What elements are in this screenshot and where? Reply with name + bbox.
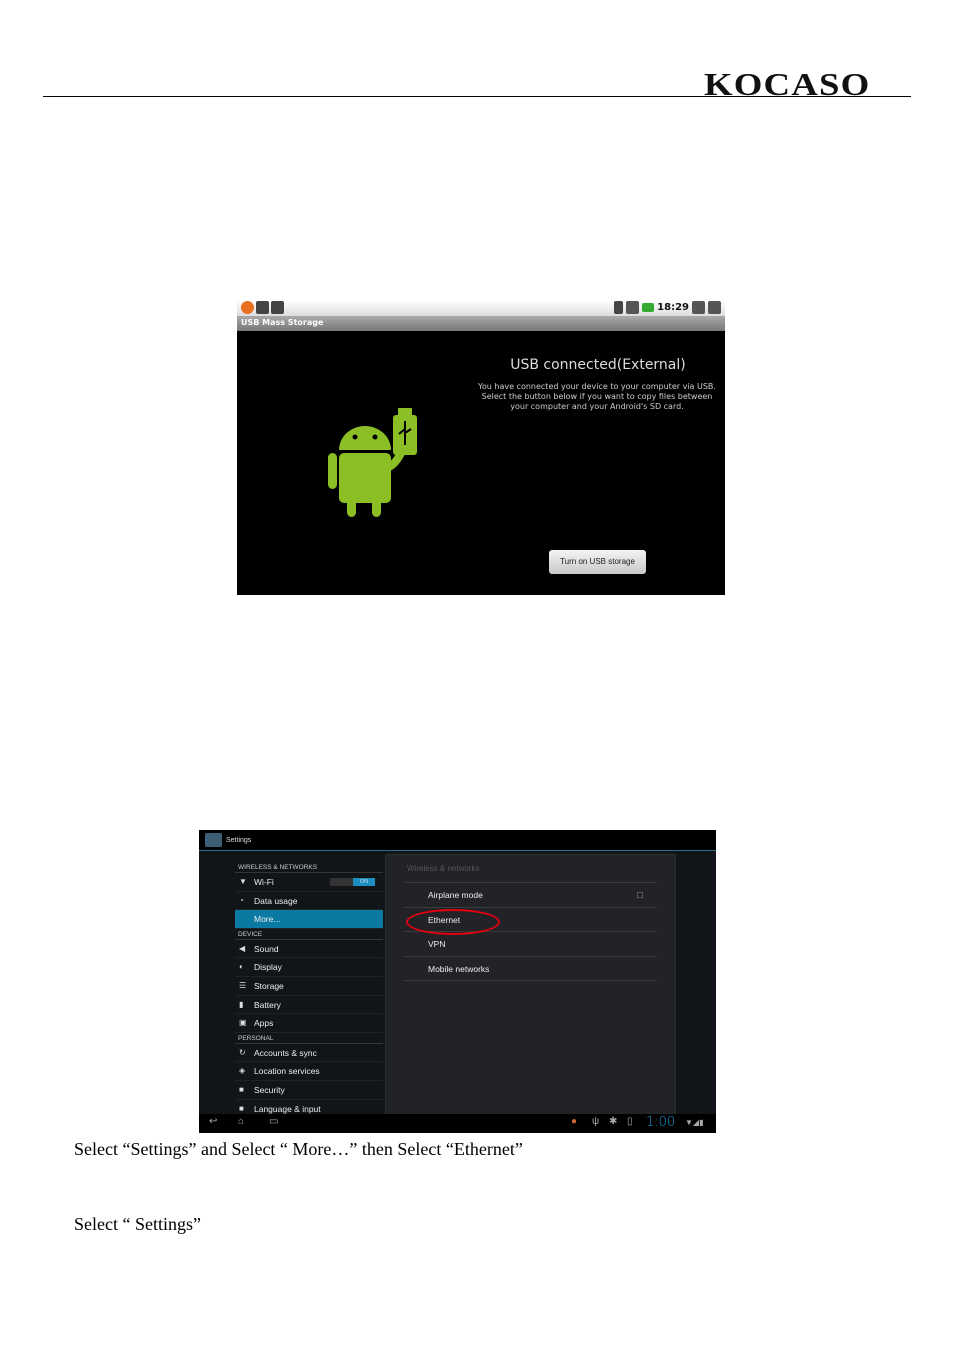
wifi-signal-battery-icon: ▼◢▮: [685, 1118, 704, 1127]
section-header: DEVICE: [235, 929, 383, 940]
menu-item-storage[interactable]: ☰ Storage: [235, 977, 383, 996]
settings-icon[interactable]: [205, 833, 222, 847]
menu-item-display[interactable]: ◐ Display: [235, 958, 383, 977]
wifi-icon: ▼: [239, 877, 247, 886]
item-label: VPN: [428, 939, 446, 950]
data-usage-icon: ◔: [239, 895, 244, 905]
caption-settings-ethernet: Select “Settings” and Select “ More…” th…: [74, 1139, 523, 1159]
menu-item-label: Location services: [254, 1066, 320, 1077]
vpn-item[interactable]: VPN: [404, 932, 657, 957]
item-label: Airplane mode: [428, 890, 483, 900]
airplane-mode-checkbox[interactable]: [637, 892, 643, 898]
section-header: WIRELESS & NETWORKS: [235, 862, 383, 873]
android-debug-icon: ✱: [609, 1116, 618, 1127]
settings-screenshot: Settings WIRELESS & NETWORKS ▼ Wi-Fi ON ◔ D…: [199, 830, 716, 1133]
notification-icon: [241, 301, 254, 314]
status-bar: 18:29: [237, 300, 725, 316]
battery-icon: ▮: [239, 999, 244, 1009]
menu-item-battery[interactable]: ▮ Battery: [235, 996, 383, 1015]
caption-select-settings: Select “ Settings”: [74, 1214, 201, 1234]
android-debug-icon: [271, 301, 284, 314]
menu-item-label: Data usage: [254, 895, 298, 906]
battery-icon: [642, 303, 655, 312]
airplane-mode-item[interactable]: Airplane mode: [404, 883, 657, 908]
menu-item-accounts-sync[interactable]: ↻ Accounts & sync: [235, 1044, 383, 1063]
speaker-icon: ◀: [239, 943, 246, 953]
settings-title: Settings: [226, 836, 252, 844]
menu-item-label: Storage: [254, 980, 284, 991]
toggle-label: ON: [353, 878, 375, 886]
volume-down-icon[interactable]: [692, 301, 705, 314]
sync-icon: ↻: [239, 1047, 246, 1057]
usb-storage-screenshot: 18:29 USB Mass Storage USB connected(Ext…: [237, 300, 725, 595]
lock-icon: ■: [239, 1084, 244, 1094]
signal-icon: [626, 301, 640, 314]
item-label: Mobile networks: [428, 963, 490, 974]
volume-up-icon[interactable]: [708, 301, 721, 314]
menu-item-label: Sound: [254, 943, 279, 954]
wifi-icon: [614, 301, 624, 314]
wifi-toggle[interactable]: ON: [330, 878, 375, 886]
turn-on-usb-storage-button[interactable]: Turn on USB storage: [549, 550, 646, 574]
menu-item-label: Battery: [254, 999, 281, 1010]
location-icon: ◈: [239, 1066, 246, 1076]
menu-item-label: Display: [254, 962, 282, 973]
android-usb-icon: [328, 408, 417, 517]
storage-icon: ☰: [239, 980, 247, 990]
status-time: 18:29: [657, 302, 689, 313]
menu-item-location[interactable]: ◈ Location services: [235, 1062, 383, 1081]
apps-icon: ▣: [239, 1018, 247, 1028]
clock: 1:00: [646, 1115, 676, 1130]
menu-item-label: Wi-Fi: [254, 877, 274, 887]
panel-header: Wireless & networks: [404, 855, 657, 883]
ethernet-highlight-circle: [406, 909, 500, 935]
menu-item-label: Security: [254, 1084, 285, 1095]
usb-message: You have connected your device to your c…: [478, 382, 716, 411]
app-notification-icon[interactable]: ●: [571, 1116, 577, 1127]
usb-icon: [256, 301, 269, 314]
menu-item-wifi[interactable]: ▼ Wi-Fi ON: [235, 873, 383, 892]
menu-item-label: Apps: [254, 1018, 274, 1029]
home-icon[interactable]: ⌂: [238, 1116, 244, 1127]
settings-menu: WIRELESS & NETWORKS ▼ Wi-Fi ON ◔ Data usage…: [235, 862, 383, 1119]
sd-card-icon: ▯: [627, 1116, 633, 1127]
action-bar: Settings: [199, 830, 716, 851]
menu-item-security[interactable]: ■ Security: [235, 1081, 383, 1100]
recent-apps-icon[interactable]: ▭: [269, 1116, 278, 1127]
menu-item-more[interactable]: More...: [235, 910, 383, 929]
menu-item-label: Language & input: [254, 1103, 321, 1114]
usb-icon: ψ: [592, 1116, 600, 1127]
menu-item-data-usage[interactable]: ◔ Data usage: [235, 892, 383, 911]
menu-item-label: More...: [254, 914, 281, 925]
system-bar: ↩ ⌂ ▭ ● ψ ✱ ▯ 1:00 ▼◢▮: [199, 1114, 716, 1133]
menu-item-apps[interactable]: ▣ Apps: [235, 1014, 383, 1033]
back-icon[interactable]: ↩: [209, 1116, 217, 1127]
menu-item-sound[interactable]: ◀ Sound: [235, 940, 383, 959]
title-bar: USB Mass Storage: [237, 316, 725, 331]
usb-heading: USB connected(External): [510, 357, 686, 373]
header-rule: [43, 96, 911, 97]
display-icon: ◐: [239, 962, 244, 972]
kocaso-logo: KOCASO: [704, 66, 871, 102]
mobile-networks-item[interactable]: Mobile networks: [404, 957, 657, 982]
section-header: PERSONAL: [235, 1033, 383, 1044]
wireless-networks-panel: Wireless & networks Airplane mode Ethern…: [385, 854, 676, 1116]
menu-item-label: Accounts & sync: [254, 1047, 317, 1058]
